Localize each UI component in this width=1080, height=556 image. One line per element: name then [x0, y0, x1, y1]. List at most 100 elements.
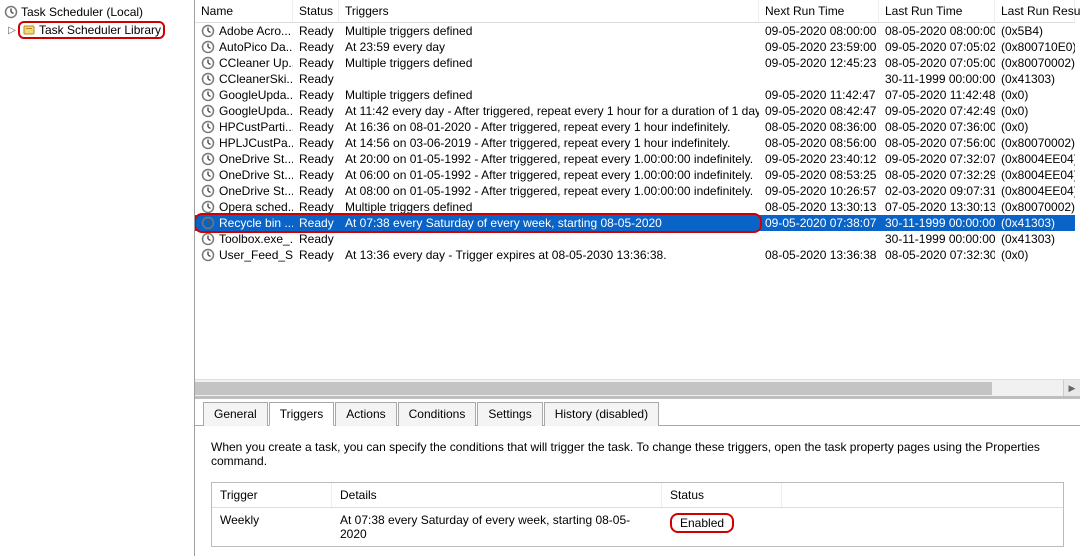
task-last-result: (0x0) [995, 247, 1075, 263]
triggers-tab-body: When you create a task, you can specify … [195, 426, 1080, 556]
task-triggers: At 23:59 every day [339, 39, 759, 55]
scrollbar-arrow-right-icon[interactable]: ▶ [1063, 380, 1080, 396]
task-status: Ready [293, 119, 339, 135]
task-status: Ready [293, 151, 339, 167]
tree-library-label: Task Scheduler Library [39, 23, 161, 37]
task-clock-icon [201, 136, 215, 150]
task-last-result: (0x0) [995, 87, 1075, 103]
annotation-status: Enabled [670, 513, 734, 533]
task-last-result: (0x800710E0) [995, 39, 1075, 55]
task-clock-icon [201, 56, 215, 70]
triggers-table: Trigger Details Status Weekly At 07:38 e… [211, 482, 1064, 547]
task-next-run: 08-05-2020 08:56:00 [759, 135, 879, 151]
tab-conditions[interactable]: Conditions [398, 402, 477, 426]
tab-actions[interactable]: Actions [335, 402, 396, 426]
task-name: AutoPico Da... [219, 40, 293, 54]
col-last-run[interactable]: Last Run Time [879, 0, 995, 23]
tab-triggers[interactable]: Triggers [269, 402, 335, 426]
list-blank [195, 263, 1080, 379]
task-cell: Recycle bin ... [195, 215, 293, 231]
task-clock-icon [201, 232, 215, 246]
scrollbar-thumb[interactable] [195, 382, 992, 395]
col-name[interactable]: Name [195, 0, 293, 23]
tab-history[interactable]: History (disabled) [544, 402, 659, 426]
task-triggers: Multiple triggers defined [339, 55, 759, 71]
task-name: HPCustParti... [219, 120, 293, 134]
task-triggers [339, 71, 759, 87]
task-next-run: 08-05-2020 13:36:38 [759, 247, 879, 263]
task-last-result: (0x5B4) [995, 23, 1075, 39]
task-last-result: (0x8004EE04) [995, 151, 1075, 167]
library-icon [22, 23, 36, 37]
task-status: Ready [293, 167, 339, 183]
task-clock-icon [201, 152, 215, 166]
task-next-run [759, 231, 879, 247]
task-next-run: 09-05-2020 23:59:00 [759, 39, 879, 55]
task-cell: GoogleUpda... [195, 103, 293, 119]
task-clock-icon [201, 104, 215, 118]
task-clock-icon [201, 216, 215, 230]
task-name: Opera sched... [219, 200, 293, 214]
tree-root-item[interactable]: Task Scheduler (Local) [2, 4, 192, 20]
task-triggers [339, 231, 759, 247]
task-triggers: At 08:00 on 01-05-1992 - After triggered… [339, 183, 759, 199]
task-last-run: 07-05-2020 11:42:48 [879, 87, 995, 103]
task-triggers: At 16:36 on 08-01-2020 - After triggered… [339, 119, 759, 135]
tree-library-item[interactable]: ▷ Task Scheduler Library [4, 20, 192, 40]
task-cell: AutoPico Da... [195, 39, 293, 55]
task-next-run: 09-05-2020 10:26:57 [759, 183, 879, 199]
task-last-result: (0x0) [995, 103, 1075, 119]
task-clock-icon [201, 120, 215, 134]
annotation-library: Task Scheduler Library [18, 21, 165, 39]
trig-col-trigger[interactable]: Trigger [212, 483, 332, 507]
task-cell: GoogleUpda... [195, 87, 293, 103]
col-next-run[interactable]: Next Run Time [759, 0, 879, 23]
task-last-run: 08-05-2020 07:05:00 [879, 55, 995, 71]
task-last-result: (0x41303) [995, 215, 1075, 231]
tab-general[interactable]: General [203, 402, 268, 426]
task-name: CCleaner Up... [219, 56, 293, 70]
task-clock-icon [201, 40, 215, 54]
task-clock-icon [201, 72, 215, 86]
task-status: Ready [293, 23, 339, 39]
task-clock-icon [201, 184, 215, 198]
tab-settings[interactable]: Settings [477, 402, 542, 426]
task-last-result: (0x41303) [995, 231, 1075, 247]
trig-col-status[interactable]: Status [662, 483, 782, 507]
task-triggers: Multiple triggers defined [339, 23, 759, 39]
task-clock-icon [201, 168, 215, 182]
trigger-row[interactable]: Weekly At 07:38 every Saturday of every … [212, 508, 1063, 546]
task-name: OneDrive St... [219, 168, 293, 182]
expand-icon[interactable]: ▷ [6, 25, 18, 36]
detail-pane: General Triggers Actions Conditions Sett… [195, 396, 1080, 556]
task-cell: Toolbox.exe_... [195, 231, 293, 247]
task-triggers: At 20:00 on 01-05-1992 - After triggered… [339, 151, 759, 167]
trig-col-details[interactable]: Details [332, 483, 662, 507]
task-triggers: Multiple triggers defined [339, 199, 759, 215]
task-cell: HPLJCustPa... [195, 135, 293, 151]
task-last-run: 08-05-2020 07:32:29 [879, 167, 995, 183]
col-status[interactable]: Status [293, 0, 339, 23]
task-next-run: 09-05-2020 08:00:00 [759, 23, 879, 39]
task-triggers: At 06:00 on 01-05-1992 - After triggered… [339, 167, 759, 183]
task-cell: Adobe Acro... [195, 23, 293, 39]
task-last-result: (0x80070002) [995, 199, 1075, 215]
horizontal-scrollbar[interactable]: ▶ [195, 379, 1080, 396]
task-status: Ready [293, 39, 339, 55]
clock-icon [4, 5, 18, 19]
task-triggers: At 11:42 every day - After triggered, re… [339, 103, 759, 119]
tabs-bar: General Triggers Actions Conditions Sett… [195, 401, 1080, 426]
task-last-result: (0x0) [995, 119, 1075, 135]
trigger-status-cell: Enabled [662, 508, 782, 546]
task-cell: CCleanerSki... [195, 71, 293, 87]
col-triggers[interactable]: Triggers [339, 0, 759, 23]
col-last-result[interactable]: Last Run Result [995, 0, 1075, 23]
task-clock-icon [201, 200, 215, 214]
tree-sidebar: Task Scheduler (Local) ▷ Task Scheduler … [0, 0, 195, 556]
trigger-details: At 07:38 every Saturday of every week, s… [332, 508, 662, 546]
task-clock-icon [201, 248, 215, 262]
task-clock-icon [201, 88, 215, 102]
task-last-run: 09-05-2020 07:32:07 [879, 151, 995, 167]
task-last-result: (0x80070002) [995, 55, 1075, 71]
task-cell: Opera sched... [195, 199, 293, 215]
